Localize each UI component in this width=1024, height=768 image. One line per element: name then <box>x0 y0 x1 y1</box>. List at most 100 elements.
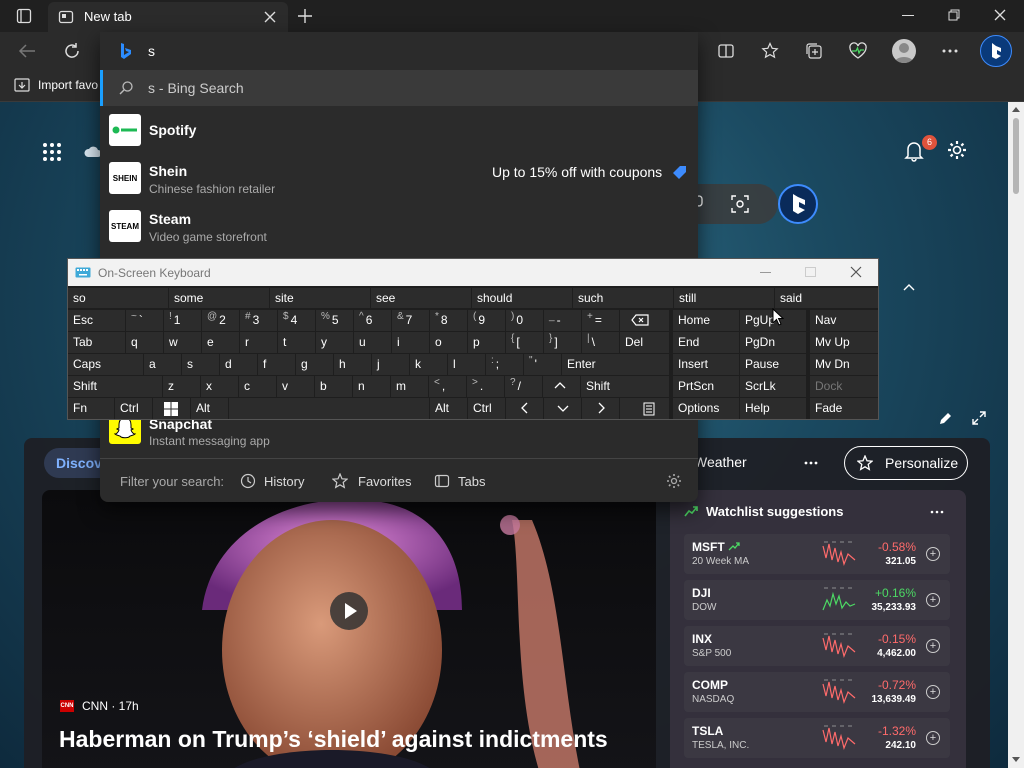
key-1[interactable]: ! 1 <box>164 310 201 331</box>
key-r[interactable]: r <box>240 332 277 353</box>
key-shift-right[interactable]: Shift <box>581 376 669 397</box>
filter-tabs[interactable]: Tabs <box>434 472 504 492</box>
prediction-still[interactable]: still <box>674 288 774 308</box>
key-scrlk[interactable]: ScrLk <box>740 376 806 397</box>
key-p[interactable]: p <box>468 332 505 353</box>
prediction-some[interactable]: some <box>169 288 269 308</box>
osk-minimize-button[interactable] <box>760 272 771 273</box>
key-8[interactable]: * 8 <box>430 310 467 331</box>
stock-row-inx[interactable]: INX S&P 500 -0.15% 4,462.00 + <box>684 626 950 666</box>
key-e[interactable]: e <box>202 332 239 353</box>
key-u[interactable]: u <box>354 332 391 353</box>
collections-icon[interactable] <box>805 42 823 60</box>
discover-tab[interactable]: Discov <box>44 448 104 478</box>
key-k[interactable]: k <box>410 354 447 375</box>
add-to-watchlist-button[interactable]: + <box>926 547 940 561</box>
key-prtscn[interactable]: PrtScn <box>673 376 739 397</box>
key-q[interactable]: q <box>126 332 163 353</box>
prediction-should[interactable]: should <box>472 288 572 308</box>
key-caps[interactable]: Caps <box>68 354 143 375</box>
key-][interactable]: }] <box>544 332 581 353</box>
minimize-button[interactable] <box>902 15 914 16</box>
key-esc[interactable]: Esc <box>68 310 125 331</box>
key-left-arrow[interactable] <box>506 398 543 419</box>
app-launcher-icon[interactable] <box>42 142 62 162</box>
key-m[interactable]: m <box>391 376 428 397</box>
visual-search-icon[interactable] <box>731 195 749 213</box>
address-input[interactable]: s <box>148 43 155 59</box>
key-backspace[interactable] <box>620 310 669 331</box>
scroll-up-arrow[interactable] <box>1011 105 1021 113</box>
key-f[interactable]: f <box>258 354 295 375</box>
hero-story-card[interactable]: CNN CNN · 17h Haberman on Trump’s ‘shiel… <box>42 490 656 768</box>
key-b[interactable]: b <box>315 376 352 397</box>
key-insert[interactable]: Insert <box>673 354 739 375</box>
key-g[interactable]: g <box>296 354 333 375</box>
personalize-button[interactable]: Personalize <box>844 446 968 480</box>
key-pause[interactable]: Pause <box>740 354 806 375</box>
story-headline[interactable]: Haberman on Trump’s ‘shield’ against ind… <box>59 726 608 753</box>
browser-essentials-icon[interactable] <box>848 42 868 60</box>
key-w[interactable]: w <box>164 332 201 353</box>
key-d[interactable]: d <box>220 354 257 375</box>
key-alt-right[interactable]: Alt <box>430 398 467 419</box>
key-j[interactable]: j <box>372 354 409 375</box>
key-up-arrow[interactable] <box>543 376 580 397</box>
key-options[interactable]: Options <box>673 398 739 419</box>
add-to-watchlist-button[interactable]: + <box>926 685 940 699</box>
key-v[interactable]: v <box>277 376 314 397</box>
key-.[interactable]: >. <box>467 376 504 397</box>
key-z[interactable]: z <box>163 376 200 397</box>
search-settings-gear-icon[interactable] <box>666 473 682 489</box>
key-l[interactable]: l <box>448 354 485 375</box>
feed-more-icon[interactable] <box>804 461 818 465</box>
suggestion-spotify[interactable]: Spotify <box>100 114 698 146</box>
weather-tab[interactable]: Weather <box>694 454 747 470</box>
key-o[interactable]: o <box>430 332 467 353</box>
key-fade[interactable]: Fade <box>810 398 878 419</box>
key-i[interactable]: i <box>392 332 429 353</box>
page-scrollbar[interactable] <box>1008 102 1024 768</box>
tab-new-tab[interactable]: New tab <box>48 2 288 32</box>
bing-chat-button[interactable] <box>778 184 818 224</box>
split-screen-icon[interactable] <box>718 43 734 59</box>
stock-row-dji[interactable]: DJI DOW +0.16% 35,233.93 + <box>684 580 950 620</box>
expand-icon[interactable] <box>972 411 986 425</box>
prediction-said[interactable]: said <box>775 288 878 308</box>
key-pgdn[interactable]: PgDn <box>740 332 806 353</box>
key-mv-dn[interactable]: Mv Dn <box>810 354 878 375</box>
key-3[interactable]: #3 <box>240 310 277 331</box>
key-a[interactable]: a <box>144 354 181 375</box>
key-nav[interactable]: Nav <box>810 310 878 331</box>
filter-favorites[interactable]: Favorites <box>332 472 422 492</box>
key-x[interactable]: x <box>201 376 238 397</box>
suggestion-bing-search[interactable]: s - Bing Search <box>100 70 698 106</box>
prediction-such[interactable]: such <box>573 288 673 308</box>
key-right-arrow[interactable] <box>582 398 619 419</box>
add-to-watchlist-button[interactable]: + <box>926 639 940 653</box>
osk-title-bar[interactable]: On-Screen Keyboard <box>68 259 878 286</box>
key-[[interactable]: {[ <box>506 332 543 353</box>
close-window-button[interactable] <box>994 9 1006 21</box>
key-`[interactable]: ~ ` <box>126 310 163 331</box>
profile-avatar[interactable] <box>892 39 916 63</box>
key-y[interactable]: y <box>316 332 353 353</box>
key-n[interactable]: n <box>353 376 390 397</box>
key-6[interactable]: ^ 6 <box>354 310 391 331</box>
key-,[interactable]: <, <box>429 376 466 397</box>
key-;[interactable]: :; <box>486 354 523 375</box>
key-9[interactable]: (9 <box>468 310 505 331</box>
key-s[interactable]: s <box>182 354 219 375</box>
prediction-so[interactable]: so <box>68 288 168 308</box>
favorites-icon[interactable] <box>761 42 779 60</box>
prediction-site[interactable]: site <box>270 288 370 308</box>
watchlist-more-icon[interactable] <box>930 510 944 514</box>
stock-row-msft[interactable]: MSFT 20 Week MA -0.58% 321.05 + <box>684 534 950 574</box>
key-4[interactable]: $4 <box>278 310 315 331</box>
key-0[interactable]: ) 0 <box>506 310 543 331</box>
page-settings-gear-icon[interactable] <box>946 139 968 161</box>
key-=[interactable]: + = <box>582 310 619 331</box>
add-to-watchlist-button[interactable]: + <box>926 593 940 607</box>
key-home[interactable]: Home <box>673 310 739 331</box>
bing-copilot-icon[interactable] <box>980 35 1012 67</box>
